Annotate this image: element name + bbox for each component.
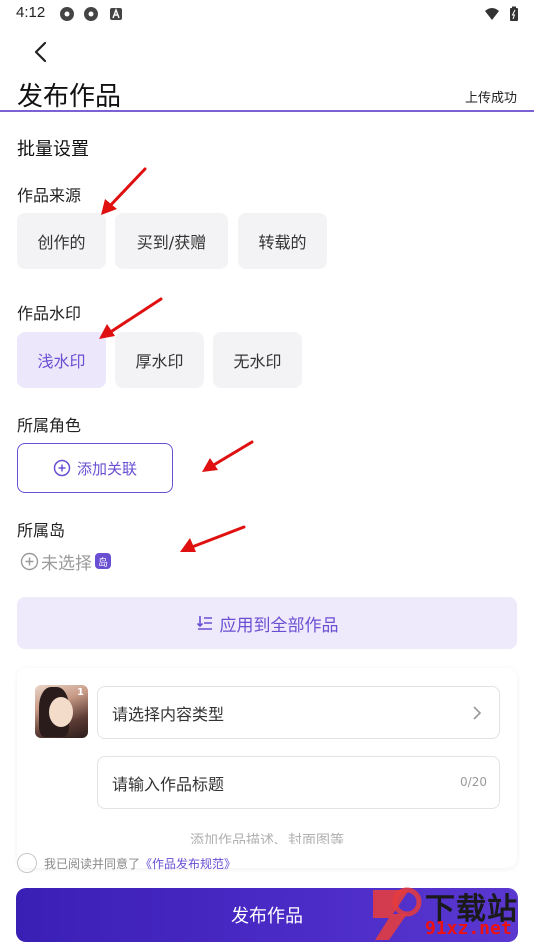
island-label: 所属岛: [17, 521, 66, 540]
annotation-arrow-icon: [180, 525, 246, 552]
page-title: 发布作品: [17, 82, 122, 112]
watermark-url: 91xz.net: [425, 918, 512, 939]
description-hint[interactable]: 添加作品描述、封面图等: [0, 830, 534, 844]
watermark-option-none[interactable]: 无水印: [213, 332, 302, 388]
source-option-purchased[interactable]: 买到/获赠: [115, 213, 228, 269]
thumbnail-index: 1: [77, 687, 84, 698]
role-label: 所属角色: [17, 416, 82, 435]
agree-text: 我已阅读并同意了: [44, 856, 141, 871]
source-option-original[interactable]: 创作的: [17, 213, 106, 269]
settings-gear-icon: [60, 7, 74, 21]
status-time: 4:12: [16, 4, 46, 21]
settings-gear-icon: [84, 7, 98, 21]
work-thumbnail[interactable]: 1: [35, 685, 88, 738]
agreement-row[interactable]: 我已阅读并同意了 《作品发布规范》: [17, 852, 236, 874]
content-type-placeholder: 请选择内容类型: [112, 704, 225, 724]
work-title-placeholder: 请输入作品标题: [112, 774, 225, 794]
battery-icon: [510, 6, 518, 21]
source-label: 作品来源: [17, 186, 82, 205]
annotation-arrow-icon: [101, 167, 147, 215]
chevron-left-icon[interactable]: [28, 38, 56, 66]
annotation-arrow-icon: [99, 297, 163, 339]
content-type-select[interactable]: 请选择内容类型: [97, 686, 500, 739]
island-value: 未选择: [41, 553, 92, 574]
watermark-label: 作品水印: [17, 304, 82, 323]
site-logo-icon: [373, 887, 422, 940]
island-selector[interactable]: 未选择 岛: [20, 550, 111, 574]
chevron-right-icon: [473, 706, 482, 720]
add-role-link-button[interactable]: 添加关联: [17, 443, 173, 493]
plus-circle-icon: [53, 459, 71, 477]
a-box-icon: [110, 8, 122, 20]
upload-status-text: 上传成功: [464, 91, 517, 106]
island-badge: 岛: [95, 553, 111, 569]
apply-to-all-label: 应用到全部作品: [219, 615, 339, 636]
annotation-arrow-icon: [202, 440, 254, 472]
source-option-reposted[interactable]: 转载的: [238, 213, 327, 269]
title-char-counter: 0/20: [460, 775, 487, 789]
apply-to-all-button[interactable]: 应用到全部作品: [17, 597, 517, 649]
plus-circle-icon: [20, 552, 39, 570]
publish-rules-link[interactable]: 《作品发布规范》: [140, 855, 236, 872]
add-role-link-label: 添加关联: [76, 459, 137, 478]
header-progress-line: [0, 110, 534, 112]
status-bar: 4:12: [0, 0, 534, 28]
site-watermark: 下载站 91xz.net: [363, 880, 528, 946]
agree-checkbox[interactable]: [17, 853, 37, 873]
work-title-input[interactable]: 请输入作品标题 0/20: [97, 756, 500, 809]
wifi-icon: [485, 8, 499, 20]
list-apply-icon: [196, 616, 212, 630]
batch-settings-heading: 批量设置: [17, 139, 89, 160]
